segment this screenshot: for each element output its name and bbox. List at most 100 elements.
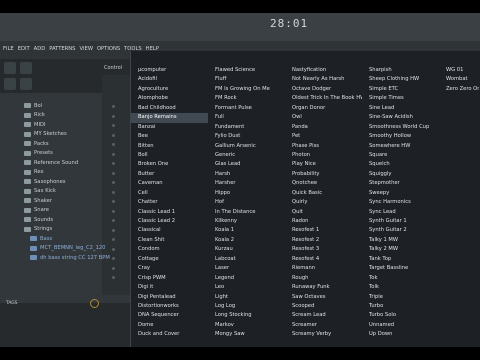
preset-menu-item[interactable]: Dome [131, 321, 208, 330]
menu-options[interactable]: OPTIONS [97, 43, 120, 55]
tag-search-icon[interactable] [90, 299, 99, 308]
preset-menu-item[interactable]: Quick Basic [285, 189, 362, 198]
preset-menu-item[interactable]: Tank Top [362, 255, 439, 264]
preset-menu-item[interactable]: Classic Lead 2 [131, 217, 208, 226]
preset-menu-item[interactable]: Squelch [362, 160, 439, 169]
preset-menu-item[interactable]: Oldest Trick In The Book HW [285, 94, 362, 103]
preset-menu-item[interactable]: Resofest 3 [285, 245, 362, 254]
preset-menu-item[interactable]: Synth Guitar 2 [362, 226, 439, 235]
preset-menu-item[interactable]: Sync Lead [362, 208, 439, 217]
preset-menu-item[interactable]: Log Log [208, 302, 285, 311]
preset-menu-item[interactable]: Talky 1 MW [362, 236, 439, 245]
back-icon[interactable] [20, 62, 32, 74]
preset-menu-item[interactable]: Not Nearly As Harsh [285, 75, 362, 84]
menu-view[interactable]: VIEW [79, 43, 93, 55]
preset-menu-item[interactable]: Banzai [131, 123, 208, 132]
preset-menu-item[interactable]: Resofest 1 [285, 226, 362, 235]
preset-menu-item[interactable]: Fluff [208, 75, 285, 84]
preset-menu-item[interactable]: Zero Zero One [439, 85, 479, 94]
preset-menu-item[interactable]: Tolk [362, 283, 439, 292]
preset-menu-item[interactable]: Panda [285, 123, 362, 132]
preset-menu-item[interactable]: FM Rock [208, 94, 285, 103]
preset-menu-item[interactable]: Simple ETC [362, 85, 439, 94]
preset-menu-item[interactable]: Flawed Science [208, 66, 285, 75]
preset-menu-item[interactable]: Glas Lead [208, 160, 285, 169]
preset-menu-item[interactable]: Gallium Arsenic [208, 142, 285, 151]
preset-menu-item[interactable]: Turbo Solo [362, 311, 439, 320]
preset-menu-item[interactable]: Resofest 4 [285, 255, 362, 264]
preset-menu-item[interactable]: Pet [285, 132, 362, 141]
preset-menu-item[interactable]: Agroculture [131, 85, 208, 94]
preset-menu-item[interactable]: Crisp PWM [131, 274, 208, 283]
preset-menu-item[interactable]: Hippo [208, 189, 285, 198]
preset-menu-item[interactable]: Quit [285, 208, 362, 217]
preset-menu-item[interactable]: Kurzau [208, 245, 285, 254]
preset-menu-item[interactable]: Banjo Remains [131, 113, 208, 123]
preset-menu-item[interactable]: Light [208, 293, 285, 302]
preset-menu-item[interactable]: Atomphobe [131, 94, 208, 103]
preset-menu-item[interactable]: Resofest 2 [285, 236, 362, 245]
preset-menu-item[interactable]: Harsher [208, 179, 285, 188]
preset-menu-item[interactable]: Owl [285, 113, 362, 122]
preset-menu-item[interactable]: Legend [208, 274, 285, 283]
preset-menu-item[interactable]: Laser [208, 264, 285, 273]
preset-menu-item[interactable]: Phase Piss [285, 142, 362, 151]
preset-menu-item[interactable]: Harsh [208, 170, 285, 179]
preset-menu-item[interactable]: Duck and Cover [131, 330, 208, 339]
preset-menu-item[interactable]: Classical [131, 226, 208, 235]
preset-menu-item[interactable]: Simple Times [362, 94, 439, 103]
preset-menu-item[interactable]: Qnotchee [285, 179, 362, 188]
preset-menu-item[interactable]: Fundament [208, 123, 285, 132]
menu-edit[interactable]: EDIT [18, 43, 30, 55]
preset-menu-item[interactable]: Screamy Verby [285, 330, 362, 339]
preset-menu-item[interactable]: Rough [285, 274, 362, 283]
browser-item[interactable]: MCT_BEMNN_leg_C2_120 [0, 244, 105, 254]
preset-menu-item[interactable]: Screamer [285, 321, 362, 330]
preset-menu-item[interactable]: Full [208, 113, 285, 122]
menu-icon[interactable] [4, 62, 16, 74]
browser-item[interactable]: Shaker [0, 196, 100, 206]
browser-item[interactable]: Reference Sound [0, 158, 100, 168]
preset-menu-item[interactable]: Quirly [285, 198, 362, 207]
preset-menu-item[interactable]: Photon [285, 151, 362, 160]
preset-menu-item[interactable]: Somewhere HW [362, 142, 439, 151]
preset-menu-item[interactable]: Labcoat [208, 255, 285, 264]
preset-menu-item[interactable]: Play Nice [285, 160, 362, 169]
preset-menu-item[interactable]: Formant Pulse [208, 104, 285, 113]
preset-menu-item[interactable]: Distortionworks [131, 302, 208, 311]
preset-menu-item[interactable]: Cell [131, 189, 208, 198]
preset-menu-item[interactable]: Radon [285, 217, 362, 226]
preset-menu-item[interactable]: Synth Guitar 1 [362, 217, 439, 226]
preset-menu-item[interactable]: Clean Shit [131, 236, 208, 245]
preset-menu-item[interactable]: Riemann [285, 264, 362, 273]
preset-menu-item[interactable]: Octave Dodger [285, 85, 362, 94]
preset-menu-item[interactable]: µcomputer [131, 66, 208, 75]
preset-menu-item[interactable]: Sync Harmonics [362, 198, 439, 207]
preset-menu-item[interactable]: Triple [362, 293, 439, 302]
menu-patterns[interactable]: PATTERNS [49, 43, 75, 55]
preset-menu-item[interactable]: Tok [362, 274, 439, 283]
preset-menu-item[interactable]: Fylio Dust [208, 132, 285, 141]
preset-menu-item[interactable]: Generic [208, 151, 285, 160]
preset-menu-item[interactable]: Long Stocking [208, 311, 285, 320]
preset-menu-item[interactable]: Bad Childhood [131, 104, 208, 113]
preset-menu-item[interactable]: Digi it [131, 283, 208, 292]
preset-menu-item[interactable]: Runaway Funk [285, 283, 362, 292]
browser-item[interactable]: Rick [0, 111, 100, 121]
browser-item[interactable]: Presets [0, 149, 100, 159]
browser-item[interactable]: Bol [0, 101, 100, 111]
preset-menu-item[interactable]: Sine-Saw Acidish [362, 113, 439, 122]
preset-menu-item[interactable]: Sine Lead [362, 104, 439, 113]
preset-menu-item[interactable]: Classic Lead 1 [131, 208, 208, 217]
preset-menu-item[interactable]: Markov [208, 321, 285, 330]
preset-menu-item[interactable]: Stepmother [362, 179, 439, 188]
preset-menu-item[interactable]: Smoothy Hollow [362, 132, 439, 141]
preset-menu-item[interactable]: Leo [208, 283, 285, 292]
browser-item[interactable]: dh bass string CC 127 BPM [0, 253, 110, 263]
preset-menu-item[interactable]: Scooped [285, 302, 362, 311]
preset-menu-item[interactable]: Bitten [131, 142, 208, 151]
preset-menu-item[interactable]: Mongy Saw [208, 330, 285, 339]
preset-menu-item[interactable]: Wombat [439, 75, 479, 84]
menu-file[interactable]: FILE [3, 43, 14, 55]
preset-menu-item[interactable]: Caveman [131, 179, 208, 188]
